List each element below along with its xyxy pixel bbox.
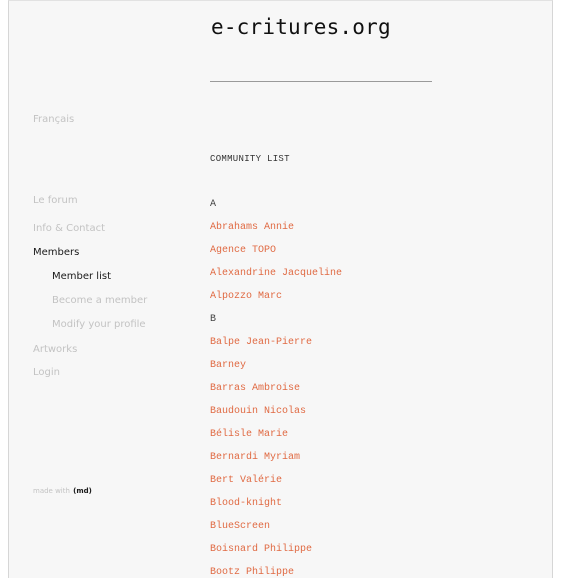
member-list-item: Bert Valérie — [210, 476, 342, 499]
sidebar-item-artworks[interactable]: Artworks — [33, 344, 77, 355]
sidebar-item-become-member[interactable]: Become a member — [52, 295, 147, 306]
member-link[interactable]: Blood-knight — [210, 498, 282, 509]
sidebar-item-login[interactable]: Login — [33, 367, 60, 378]
member-link[interactable]: BlueScreen — [210, 521, 270, 532]
member-link[interactable]: Boisnard Philippe — [210, 544, 312, 555]
member-link[interactable]: Alpozzo Marc — [210, 291, 282, 302]
member-list-item: Baudouin Nicolas — [210, 407, 342, 430]
member-link[interactable]: Bert Valérie — [210, 475, 282, 486]
member-link[interactable]: Bélisle Marie — [210, 429, 288, 440]
title-divider — [210, 81, 432, 82]
member-list-item: Balpe Jean-Pierre — [210, 338, 342, 361]
member-link[interactable]: Barras Ambroise — [210, 383, 300, 394]
member-list-item: Abrahams Annie — [210, 223, 342, 246]
member-link[interactable]: Bootz Philippe — [210, 567, 294, 578]
page-frame: e-critures.org Français Le forum Info & … — [8, 0, 553, 578]
member-link[interactable]: Baudouin Nicolas — [210, 406, 306, 417]
footer-note-faint: made with — [33, 487, 70, 495]
member-list-item: Bootz Philippe — [210, 568, 342, 578]
member-list: A Abrahams Annie Agence TOPO Alexandrine Ja… — [210, 200, 342, 578]
section-letter-text: A — [210, 199, 217, 210]
sidebar-item-forum[interactable]: Le forum — [33, 195, 78, 206]
member-link[interactable]: Balpe Jean-Pierre — [210, 337, 312, 348]
footer-note-bold[interactable]: (md) — [73, 487, 92, 495]
member-list-item: BlueScreen — [210, 522, 342, 545]
sidebar-item-member-list[interactable]: Member list — [52, 271, 111, 282]
community-list-heading: COMMUNITY LIST — [210, 154, 290, 164]
member-link[interactable]: Barney — [210, 360, 246, 371]
sidebar-item-modify-profile[interactable]: Modify your profile — [52, 319, 146, 330]
alphabet-section-letter: B — [210, 315, 342, 338]
sidebar-item-members[interactable]: Members — [33, 247, 79, 258]
alphabet-section-letter: A — [210, 200, 342, 223]
member-list-item: Bernardi Myriam — [210, 453, 342, 476]
member-link[interactable]: Agence TOPO — [210, 245, 276, 256]
member-list-item: Barney — [210, 361, 342, 384]
member-list-item: Barras Ambroise — [210, 384, 342, 407]
member-list-item: Alexandrine Jacqueline — [210, 269, 342, 292]
member-link[interactable]: Bernardi Myriam — [210, 452, 300, 463]
member-list-item: Blood-knight — [210, 499, 342, 522]
section-letter-text: B — [210, 314, 217, 325]
footer-note: made with (md) — [33, 485, 92, 496]
member-list-item: Bélisle Marie — [210, 430, 342, 453]
member-list-item: Agence TOPO — [210, 246, 342, 269]
language-link[interactable]: Français — [33, 114, 74, 125]
site-title[interactable]: e-critures.org — [211, 15, 391, 39]
sidebar-item-info-contact[interactable]: Info & Contact — [33, 223, 105, 234]
member-list-item: Alpozzo Marc — [210, 292, 342, 315]
member-link[interactable]: Alexandrine Jacqueline — [210, 268, 342, 279]
member-list-item: Boisnard Philippe — [210, 545, 342, 568]
sidebar: Français Le forum Info & Contact Members… — [9, 1, 199, 578]
member-link[interactable]: Abrahams Annie — [210, 222, 294, 233]
